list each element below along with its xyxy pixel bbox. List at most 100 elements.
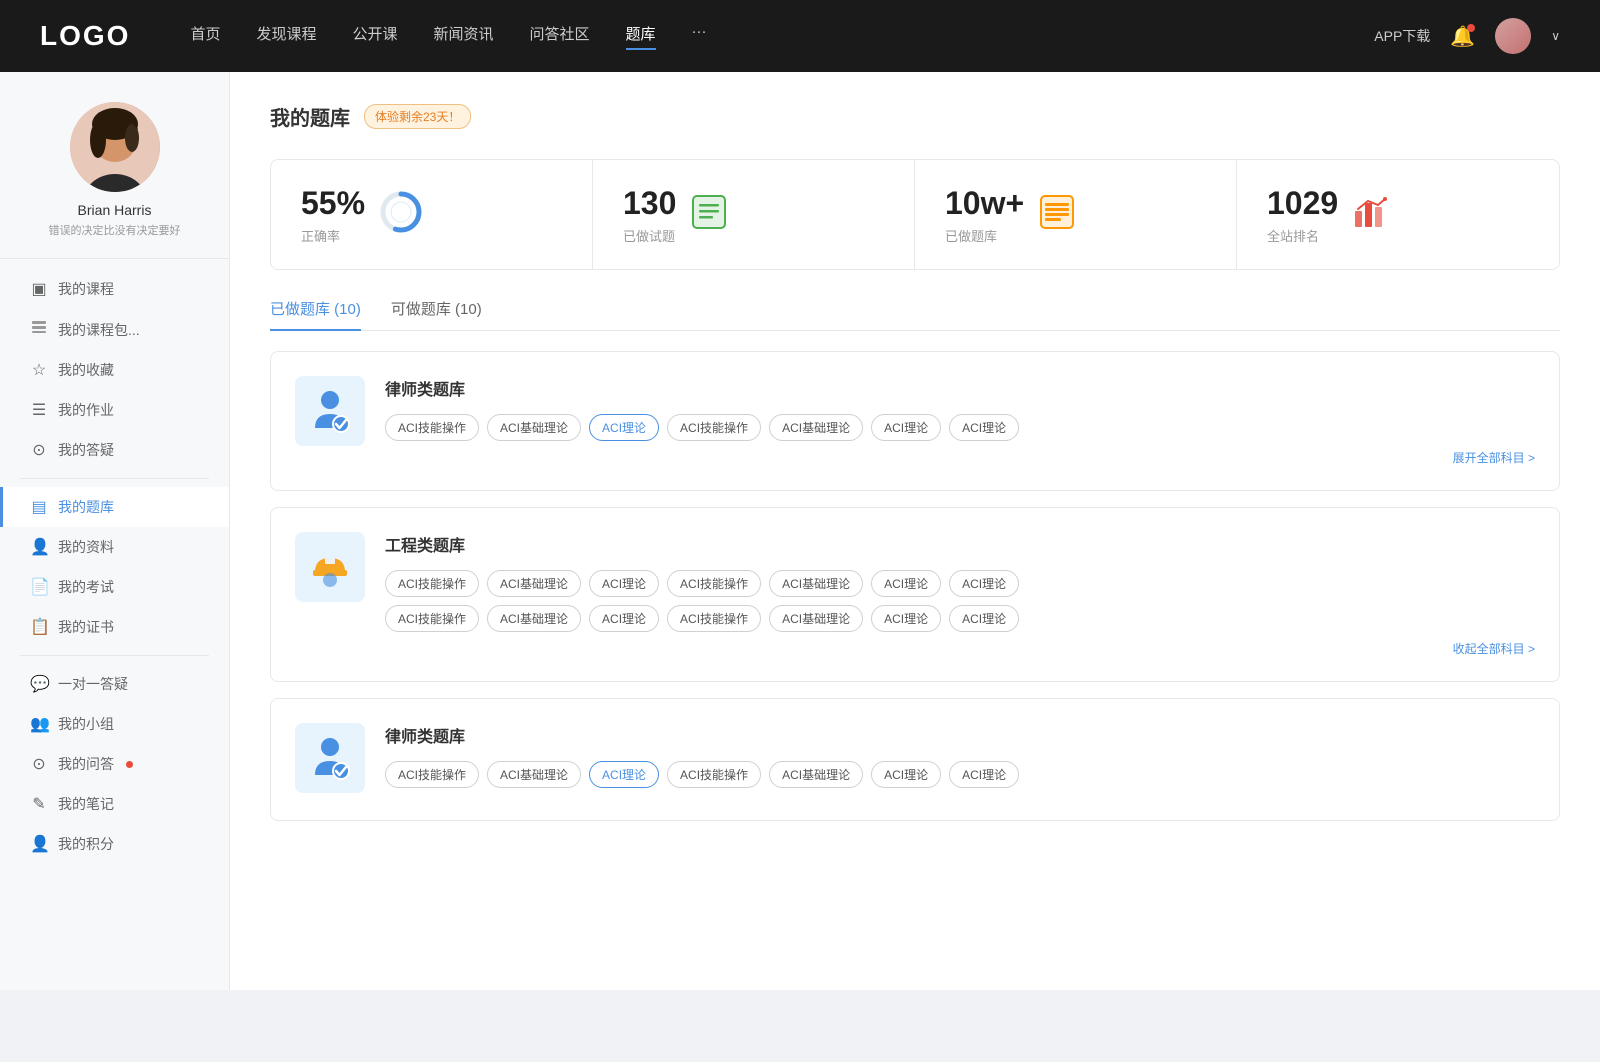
logo[interactable]: LOGO: [40, 20, 130, 52]
sidebar-item-label: 我的答疑: [58, 440, 114, 460]
sidebar-item-questions[interactable]: ⊙ 我的答疑: [0, 430, 229, 470]
sidebar-item-course-package[interactable]: 我的课程包...: [0, 309, 229, 350]
user-avatar[interactable]: [1495, 18, 1531, 54]
expand-link-lawyer-1[interactable]: 展开全部科目 >: [385, 449, 1535, 466]
nav-qbank[interactable]: 题库: [626, 23, 656, 50]
stat-done-banks: 10w+ 已做题库: [915, 160, 1237, 269]
qbank-lawyer-2-title: 律师类题库: [385, 723, 1535, 747]
sidebar-item-profile[interactable]: 👤 我的资料: [0, 527, 229, 567]
tag-item[interactable]: ACI基础理论: [487, 414, 581, 441]
sidebar-item-favorites[interactable]: ☆ 我的收藏: [0, 350, 229, 390]
my-qa-icon: ⊙: [30, 754, 48, 774]
tag-item[interactable]: ACI理论: [949, 414, 1019, 441]
sidebar-item-my-qa[interactable]: ⊙ 我的问答: [0, 744, 229, 784]
sidebar-profile: Brian Harris 错误的决定比没有决定要好: [0, 102, 229, 259]
qbank-card-engineer: 工程类题库 ACI技能操作 ACI基础理论 ACI理论 ACI技能操作 ACI基…: [270, 507, 1560, 682]
qbank-card-lawyer-2: 律师类题库 ACI技能操作 ACI基础理论 ACI理论 ACI技能操作 ACI基…: [270, 698, 1560, 821]
tag-item[interactable]: ACI技能操作: [667, 570, 761, 597]
page-header: 我的题库 体验剩余23天！: [270, 102, 1560, 131]
tag-item[interactable]: ACI理论: [871, 414, 941, 441]
qbank-lawyer-1-title: 律师类题库: [385, 376, 1535, 400]
tag-item[interactable]: ACI技能操作: [385, 414, 479, 441]
sidebar-item-group[interactable]: 👥 我的小组: [0, 704, 229, 744]
nav-news[interactable]: 新闻资讯: [434, 23, 494, 50]
sidebar-item-homework[interactable]: ☰ 我的作业: [0, 390, 229, 430]
sidebar-item-label: 我的资料: [58, 537, 114, 557]
sidebar-item-my-course[interactable]: ▣ 我的课程: [0, 269, 229, 309]
tag-item[interactable]: ACI理论: [949, 605, 1019, 632]
stat-banks-value: 10w+: [945, 184, 1024, 222]
nav-home[interactable]: 首页: [190, 23, 220, 50]
notes-icon: ✎: [30, 794, 48, 814]
notification-bell[interactable]: 🔔: [1450, 24, 1475, 49]
sidebar-item-label: 一对一答疑: [58, 674, 128, 694]
sidebar-item-label: 我的问答: [58, 754, 114, 774]
stat-done-text: 130 已做试题: [623, 184, 676, 245]
nav-opencourse[interactable]: 公开课: [352, 23, 397, 50]
stat-banks-text: 10w+ 已做题库: [945, 184, 1024, 245]
one-on-one-icon: 💬: [30, 674, 48, 694]
tag-item[interactable]: ACI技能操作: [667, 605, 761, 632]
sidebar-item-label: 我的课程包...: [58, 320, 140, 340]
stat-accuracy-label: 正确率: [301, 226, 365, 245]
stat-ranking: 1029 全站排名: [1237, 160, 1559, 269]
app-download-button[interactable]: APP下载: [1374, 26, 1430, 46]
done-questions-icon: [690, 193, 728, 236]
sidebar-item-certificate[interactable]: 📋 我的证书: [0, 607, 229, 647]
tag-item[interactable]: ACI基础理论: [487, 605, 581, 632]
qbank-lawyer-2-tags: ACI技能操作 ACI基础理论 ACI理论 ACI技能操作 ACI基础理论 AC…: [385, 761, 1535, 788]
nav-more[interactable]: ···: [692, 23, 707, 50]
stat-done-value: 130: [623, 184, 676, 222]
sidebar-item-qbank[interactable]: ▤ 我的题库: [0, 487, 229, 527]
stat-banks-label: 已做题库: [945, 226, 1024, 245]
sidebar-avatar[interactable]: [70, 102, 160, 192]
sidebar-item-exam[interactable]: 📄 我的考试: [0, 567, 229, 607]
lawyer-2-icon: [305, 733, 355, 783]
tag-item[interactable]: ACI技能操作: [385, 605, 479, 632]
tag-item[interactable]: ACI技能操作: [385, 761, 479, 788]
sidebar-item-points[interactable]: 👤 我的积分: [0, 824, 229, 864]
stat-done-label: 已做试题: [623, 226, 676, 245]
sidebar-item-notes[interactable]: ✎ 我的笔记: [0, 784, 229, 824]
stat-accuracy-value: 55%: [301, 184, 365, 222]
tag-item[interactable]: ACI理论: [949, 761, 1019, 788]
trial-badge: 体验剩余23天！: [364, 104, 471, 129]
tag-item-active[interactable]: ACI理论: [589, 414, 659, 441]
tag-item[interactable]: ACI基础理论: [769, 570, 863, 597]
tag-item[interactable]: ACI基础理论: [769, 761, 863, 788]
favorites-icon: ☆: [30, 360, 48, 380]
tag-item[interactable]: ACI基础理论: [769, 605, 863, 632]
ranking-icon: [1352, 193, 1390, 236]
tab-available-banks[interactable]: 可做题库 (10): [391, 298, 482, 331]
lawyer-icon: [305, 386, 355, 436]
tag-item[interactable]: ACI技能操作: [667, 414, 761, 441]
homework-icon: ☰: [30, 400, 48, 420]
group-icon: 👥: [30, 714, 48, 734]
tag-item-active[interactable]: ACI理论: [589, 761, 659, 788]
sidebar-item-label: 我的证书: [58, 617, 114, 637]
collapse-link-engineer[interactable]: 收起全部科目 >: [385, 640, 1535, 657]
tag-item[interactable]: ACI技能操作: [385, 570, 479, 597]
tag-item[interactable]: ACI理论: [589, 605, 659, 632]
tag-item[interactable]: ACI基础理论: [487, 570, 581, 597]
tag-item[interactable]: ACI理论: [871, 761, 941, 788]
user-menu-chevron[interactable]: ∨: [1551, 29, 1560, 43]
nav-discover[interactable]: 发现课程: [256, 23, 316, 50]
tag-item[interactable]: ACI基础理论: [769, 414, 863, 441]
page-title: 我的题库: [270, 102, 350, 131]
tag-item[interactable]: ACI理论: [589, 570, 659, 597]
sidebar-item-one-on-one[interactable]: 💬 一对一答疑: [0, 664, 229, 704]
profile-icon: 👤: [30, 537, 48, 557]
done-banks-icon: [1038, 193, 1076, 236]
qa-notification-dot: [126, 761, 133, 768]
tag-item[interactable]: ACI理论: [871, 605, 941, 632]
tag-item[interactable]: ACI技能操作: [667, 761, 761, 788]
tabs-row: 已做题库 (10) 可做题库 (10): [270, 298, 1560, 331]
tag-item[interactable]: ACI基础理论: [487, 761, 581, 788]
nav-qa[interactable]: 问答社区: [530, 23, 590, 50]
qbank-lawyer-2-icon-wrap: [295, 723, 365, 793]
stat-accuracy-text: 55% 正确率: [301, 184, 365, 245]
tab-done-banks[interactable]: 已做题库 (10): [270, 298, 361, 331]
tag-item[interactable]: ACI理论: [871, 570, 941, 597]
tag-item[interactable]: ACI理论: [949, 570, 1019, 597]
